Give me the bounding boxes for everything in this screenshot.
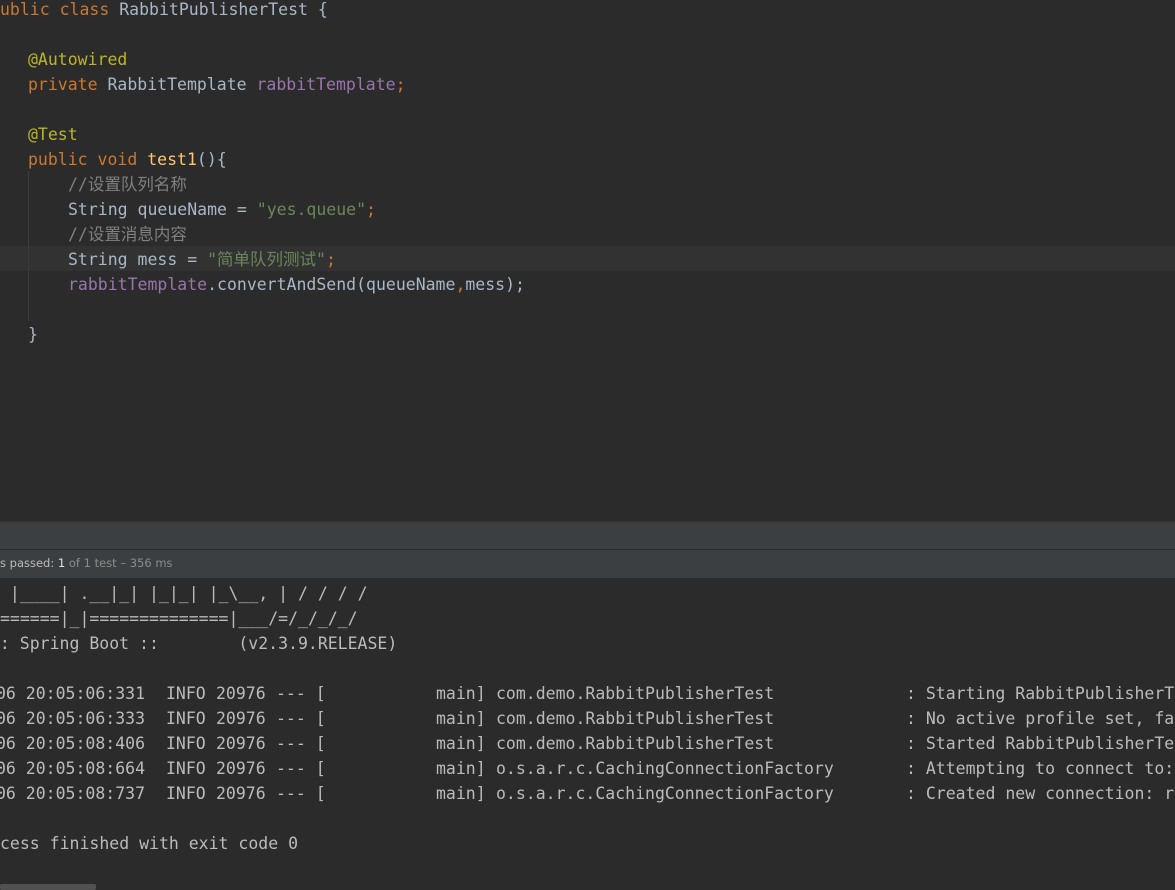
send-method: .convertAndSend(queueName — [207, 275, 456, 294]
log-thread: main] — [436, 684, 486, 703]
log-thread: main] — [436, 784, 486, 803]
mess-string: "简单队列测试" — [207, 250, 326, 269]
send-arg: mess); — [465, 275, 525, 294]
keyword-void: void — [97, 150, 138, 169]
code-line-send-call: rabbitTemplate.convertAndSend(queueName,… — [68, 272, 525, 297]
keyword-private: private — [28, 75, 98, 94]
log-pid: 20976 — [216, 784, 266, 803]
queue-string: "yes.queue" — [256, 200, 367, 219]
log-pid: 20976 — [216, 709, 266, 728]
annotation-autowired: @Autowired — [28, 50, 128, 69]
process-exit-line: cess finished with exit code 0 — [0, 834, 299, 853]
queue-var: queueName — [137, 200, 227, 219]
semicolon: ; — [395, 75, 406, 94]
log-time: 06 20:05:08:406 — [0, 734, 146, 753]
keyword-public: public — [28, 150, 88, 169]
log-pid: 20976 — [216, 684, 266, 703]
open-brace: { — [317, 0, 328, 19]
code-line-test-annotation: @Test — [28, 122, 78, 147]
tests-passed-detail: of 1 test – 356 ms — [65, 556, 173, 570]
comment-message: //设置消息内容 — [68, 225, 187, 244]
mess-eq: = — [187, 250, 198, 269]
log-pid: 20976 — [216, 759, 266, 778]
log-logger: com.demo.RabbitPublisherTest — [496, 734, 775, 753]
code-line-class-decl: ublic class RabbitPublisherTest { — [0, 0, 328, 22]
code-line-method-decl: public void test1(){ — [28, 147, 227, 172]
code-line-autowired: @Autowired — [28, 47, 127, 72]
close-brace: } — [28, 325, 38, 344]
banner-line-3: :: Spring Boot :: (v2.3.9.RELEASE) — [0, 634, 398, 653]
log-message: : Starting RabbitPublisherT — [906, 684, 1175, 703]
keyword-public-partial: ublic — [0, 0, 50, 19]
queue-type: String — [68, 200, 128, 219]
log-thread: main] — [436, 709, 486, 728]
log-sep: --- [ — [276, 684, 326, 703]
field-type: RabbitTemplate — [107, 75, 247, 94]
log-sep: --- [ — [276, 784, 326, 803]
comment-queue-name: //设置队列名称 — [68, 175, 187, 194]
log-logger: o.s.a.r.c.CachingConnectionFactory — [496, 784, 834, 803]
log-logger: com.demo.RabbitPublisherTest — [496, 709, 775, 728]
mess-var: mess — [137, 250, 178, 269]
mess-type: String — [68, 250, 128, 269]
keyword-class: class — [59, 0, 110, 19]
banner-line-2: ======|_|==============|___/=/_/_/_/ — [0, 609, 358, 628]
log-level: INFO — [166, 684, 206, 703]
method-name: test1 — [147, 150, 197, 169]
log-sep: --- [ — [276, 734, 326, 753]
log-message: : Started RabbitPublisherTe — [906, 734, 1175, 753]
log-level: INFO — [166, 734, 206, 753]
log-level: INFO — [166, 784, 206, 803]
code-line-field: private RabbitTemplate rabbitTemplate; — [28, 72, 406, 97]
log-logger: o.s.a.r.c.CachingConnectionFactory — [496, 759, 834, 778]
log-time: 06 20:05:06:331 — [0, 684, 146, 703]
code-editor[interactable]: ublic class RabbitPublisherTest { @Autow… — [0, 0, 1175, 521]
send-comma: , — [455, 275, 466, 294]
log-level: INFO — [166, 709, 206, 728]
test-status-bar: s passed: 1 of 1 test – 356 ms — [0, 549, 1175, 579]
annotation-test: @Test — [28, 125, 78, 144]
code-line-comment-1: //设置队列名称 — [68, 172, 187, 197]
field-name: rabbitTemplate — [256, 75, 396, 94]
code-line-close-brace: } — [28, 322, 38, 347]
code-line-queue-decl: String queueName = "yes.queue"; — [68, 197, 376, 222]
indent-guide — [28, 171, 29, 321]
mess-semicolon: ; — [325, 250, 336, 269]
run-console[interactable]: |____| .__|_| |_|_| |_\__, | / / / / ===… — [0, 578, 1175, 890]
log-message: : No active profile set, fa — [906, 709, 1175, 728]
log-message: : Created new connection: r — [906, 784, 1175, 803]
class-name: RabbitPublisherTest — [119, 0, 308, 19]
queue-semicolon: ; — [366, 200, 376, 219]
log-time: 06 20:05:08:737 — [0, 784, 146, 803]
log-level: INFO — [166, 759, 206, 778]
log-message: : Attempting to connect to: — [906, 759, 1175, 778]
log-sep: --- [ — [276, 709, 326, 728]
method-parens: (){ — [196, 150, 227, 169]
queue-eq: = — [236, 200, 247, 219]
log-thread: main] — [436, 734, 486, 753]
log-sep: --- [ — [276, 759, 326, 778]
log-thread: main] — [436, 759, 486, 778]
banner-line-1: |____| .__|_| |_|_| |_\__, | / / / / — [0, 584, 368, 603]
code-line-mess-decl: String mess = "简单队列测试"; — [68, 247, 336, 272]
log-pid: 20976 — [216, 734, 266, 753]
send-object: rabbitTemplate — [68, 275, 208, 294]
horizontal-scrollbar-thumb[interactable] — [0, 884, 96, 890]
tests-passed-label: s passed: — [0, 556, 58, 570]
code-line-comment-2: //设置消息内容 — [68, 222, 187, 247]
log-logger: com.demo.RabbitPublisherTest — [496, 684, 775, 703]
log-time: 06 20:05:08:664 — [0, 759, 146, 778]
tool-window-header[interactable] — [0, 521, 1175, 549]
log-time: 06 20:05:06:333 — [0, 709, 146, 728]
